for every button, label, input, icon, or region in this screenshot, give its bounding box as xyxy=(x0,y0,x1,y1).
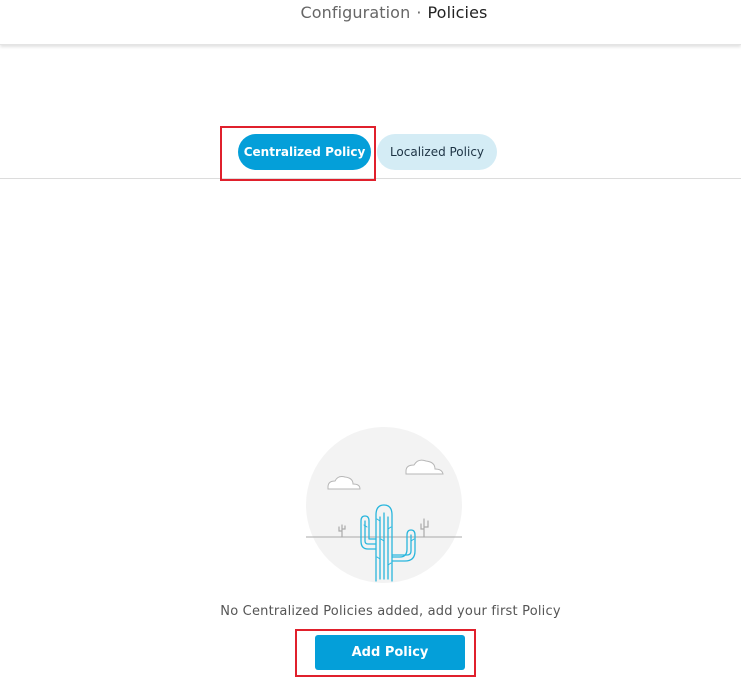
cactus-desert-icon xyxy=(306,427,462,583)
tab-localized-policy[interactable]: Localized Policy xyxy=(377,134,497,170)
breadcrumb-policies: Policies xyxy=(427,3,488,22)
tabs-divider xyxy=(0,178,741,179)
tab-centralized-policy[interactable]: Centralized Policy xyxy=(238,134,371,170)
empty-state-message: No Centralized Policies added, add your … xyxy=(220,604,561,619)
breadcrumb-separator: · xyxy=(416,3,422,22)
page-header: Configuration · Policies xyxy=(0,0,741,45)
add-policy-button[interactable]: Add Policy xyxy=(315,635,465,670)
breadcrumb: Configuration · Policies xyxy=(0,3,741,23)
breadcrumb-configuration[interactable]: Configuration xyxy=(301,3,411,22)
